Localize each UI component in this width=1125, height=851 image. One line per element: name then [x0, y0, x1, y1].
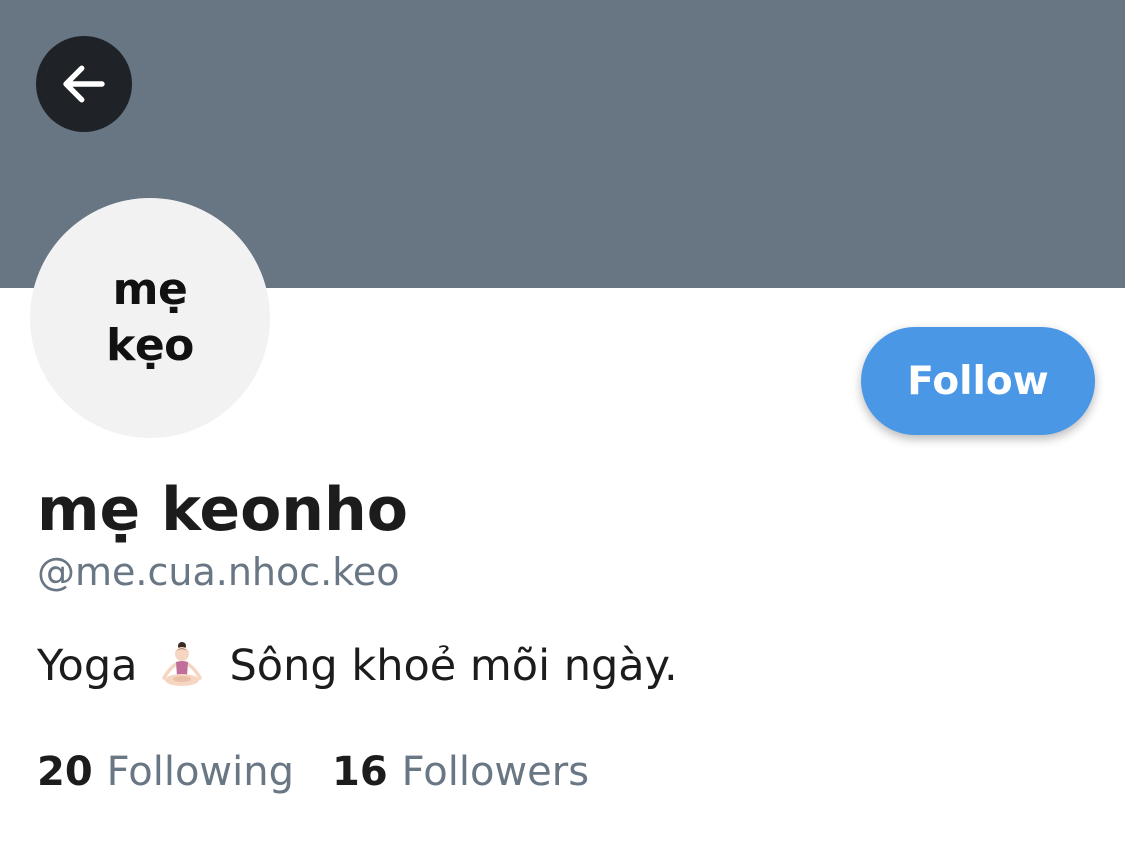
bio-text-start: Yoga [37, 641, 138, 691]
bio-text-end: Sông khoẻ mõi ngày. [229, 641, 678, 691]
follow-button[interactable]: Follow [861, 327, 1095, 435]
profile-bio: Yoga Sông khoẻ mõi ngày. [37, 638, 678, 694]
user-handle: @me.cua.nhoc.keo [37, 550, 400, 594]
follow-stats: 20 Following 16 Followers [37, 746, 589, 798]
profile-page: mẹ kẹo Follow mẹ keonho @me.cua.nhoc.keo… [0, 0, 1125, 851]
avatar-text-line1: mẹ [112, 264, 188, 315]
back-button[interactable] [36, 36, 132, 132]
following-link[interactable]: 20 Following [37, 746, 294, 798]
avatar[interactable]: mẹ kẹo [30, 198, 270, 438]
display-name: mẹ keonho [37, 475, 408, 545]
arrow-left-icon [63, 65, 105, 103]
following-label: Following [106, 749, 294, 795]
following-count: 20 [37, 749, 93, 795]
yoga-person-icon [156, 640, 208, 692]
avatar-text-line2: kẹo [106, 320, 194, 371]
followers-link[interactable]: 16 Followers [332, 746, 589, 798]
followers-count: 16 [332, 749, 388, 795]
followers-label: Followers [401, 749, 590, 795]
